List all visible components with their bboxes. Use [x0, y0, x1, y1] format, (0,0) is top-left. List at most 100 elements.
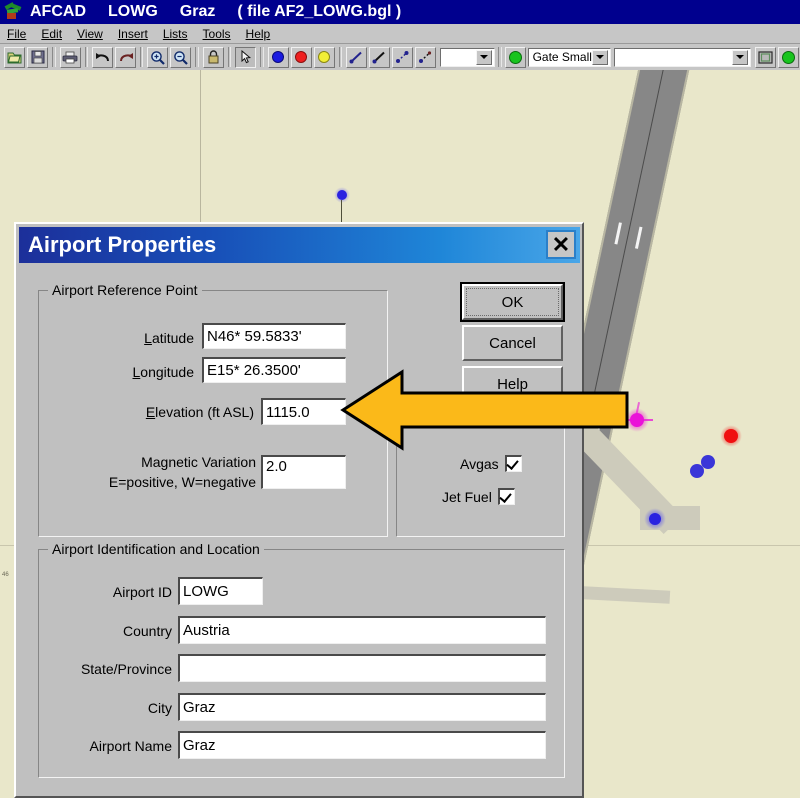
menu-item-file[interactable]: File: [0, 26, 34, 42]
frame-select-icon[interactable]: [755, 46, 777, 68]
chevron-down-icon[interactable]: [476, 49, 493, 65]
menu-item-view-label: View: [77, 26, 103, 41]
select-arrow-icon[interactable]: [235, 46, 257, 68]
map-edge-coordinate-label: 46: [2, 572, 9, 578]
green-node-icon[interactable]: [778, 46, 800, 68]
cancel-button-label: Cancel: [489, 334, 536, 352]
cancel-button[interactable]: Cancel: [462, 325, 563, 361]
line-tool-2-icon[interactable]: [368, 46, 390, 68]
parking-node-apron[interactable]: [337, 190, 347, 200]
longitude-label-rest: ongitude: [140, 364, 194, 380]
menu-item-help[interactable]: Help: [239, 26, 279, 42]
undo-icon[interactable]: [92, 46, 114, 68]
avgas-checkbox-row[interactable]: Avgas: [460, 455, 522, 472]
city-label-text: City: [147, 700, 172, 716]
save-file-icon[interactable]: [27, 46, 49, 68]
ok-button[interactable]: OK: [460, 282, 565, 322]
menu-item-lists-label: Lists: [162, 26, 188, 41]
elevation-label: Elevation (ft ASL): [145, 404, 254, 420]
menu-item-lists[interactable]: Lists: [156, 26, 196, 42]
lock-icon[interactable]: [202, 46, 224, 68]
close-icon[interactable]: ✕: [546, 230, 576, 259]
avgas-checkbox[interactable]: [504, 455, 522, 472]
country-input[interactable]: Austria: [178, 616, 546, 644]
menu-bar: File Edit View Insert Lists Tools Help: [0, 24, 800, 44]
airport-id-label-text: Airport ID: [112, 584, 172, 600]
blue-node-icon[interactable]: [267, 46, 289, 68]
airport-city-label: Graz: [179, 3, 216, 20]
latitude-label-rest: atitude: [151, 330, 194, 346]
airport-name-input[interactable]: Graz: [178, 731, 546, 759]
toolbar-combo-left[interactable]: [440, 47, 496, 67]
dialog-title-bar[interactable]: Airport Properties ✕: [19, 227, 580, 263]
menu-item-edit-label: Edit: [41, 26, 63, 41]
state-province-label-text: State/Province: [80, 661, 172, 677]
magnetic-variation-input[interactable]: 2.0: [261, 455, 346, 489]
menu-item-view[interactable]: View: [70, 26, 111, 42]
magnetic-variation-label-line2: E=positive, W=negative: [108, 474, 256, 490]
menu-item-file-label: File: [7, 26, 27, 41]
node-blue-a[interactable]: [690, 464, 704, 478]
airport-identification-legend: Airport Identification and Location: [48, 541, 264, 557]
city-label: City: [56, 700, 172, 716]
left-pointing-arrow-annotation: [340, 366, 630, 454]
country-label-text: Country: [122, 623, 172, 639]
state-province-label: State/Province: [36, 661, 172, 677]
latitude-label: Latitude: [144, 330, 194, 346]
elevation-label-rest: levation (ft ASL): [155, 404, 254, 420]
parking-type-combo[interactable]: Gate Small: [527, 47, 611, 67]
chevron-down-icon[interactable]: [731, 49, 748, 65]
airport-code-label: LOWG: [108, 3, 158, 20]
zoom-in-icon[interactable]: [147, 46, 169, 68]
menu-item-insert-label: Insert: [117, 26, 148, 41]
window-title-bar: AFCAD LOWG Graz ( file AF2_LOWG.bgl ): [0, 0, 800, 24]
state-province-input[interactable]: [178, 654, 546, 682]
menu-item-tools-label: Tools: [202, 26, 231, 41]
menu-item-insert[interactable]: Insert: [111, 26, 156, 42]
jet-fuel-checkbox-row[interactable]: Jet Fuel: [442, 488, 515, 505]
menu-item-help-label: Help: [245, 26, 271, 41]
magnetic-variation-label-line1: Magnetic Variation: [141, 454, 256, 470]
airport-id-input[interactable]: LOWG: [178, 577, 263, 605]
airport-reference-point-legend: Airport Reference Point: [48, 282, 202, 298]
longitude-input[interactable]: E15* 26.3500': [202, 357, 346, 383]
toolbar-combo-right[interactable]: [614, 47, 751, 67]
airport-properties-dialog: Airport Properties ✕ Airport Reference P…: [14, 222, 584, 798]
node-red[interactable]: [724, 429, 738, 443]
main-toolbar: Gate Small: [0, 44, 800, 71]
avgas-label: Avgas: [460, 455, 499, 472]
airport-id-label: Airport ID: [56, 584, 172, 600]
runway-marking: [634, 226, 643, 249]
airport-name-label-text: Airport Name: [89, 738, 172, 754]
jet-fuel-checkbox[interactable]: [497, 488, 515, 505]
line-tool-icon[interactable]: [345, 46, 367, 68]
path-tool-icon[interactable]: [391, 46, 413, 68]
arp-marker-magenta[interactable]: [630, 413, 644, 427]
runway-marking: [614, 222, 622, 245]
green-node-indicator-icon[interactable]: [504, 46, 526, 68]
zoom-out-icon[interactable]: [170, 46, 192, 68]
airport-name-label: Airport Name: [36, 738, 172, 754]
red-node-icon[interactable]: [290, 46, 312, 68]
dialog-title: Airport Properties: [28, 232, 217, 257]
jet-fuel-label: Jet Fuel: [442, 488, 492, 505]
node-blue-runway[interactable]: [649, 513, 661, 525]
path-tool-2-icon[interactable]: [414, 46, 436, 68]
afcad-application-window: AFCAD LOWG Graz ( file AF2_LOWG.bgl ) Fi…: [0, 0, 800, 798]
yellow-node-icon[interactable]: [313, 46, 335, 68]
parking-node-leader: [341, 200, 342, 222]
open-file-icon[interactable]: [4, 46, 26, 68]
ok-button-label: OK: [501, 293, 524, 311]
menu-item-edit[interactable]: Edit: [34, 26, 70, 42]
file-name-label: ( file AF2_LOWG.bgl ): [237, 3, 402, 20]
magnetic-variation-label: Magnetic Variation E=positive, W=negativ…: [56, 452, 256, 492]
latitude-input[interactable]: N46* 59.5833': [202, 323, 346, 349]
elevation-input[interactable]: 1115.0: [261, 398, 346, 425]
redo-icon[interactable]: [115, 46, 137, 68]
city-input[interactable]: Graz: [178, 693, 546, 721]
print-icon[interactable]: [59, 46, 81, 68]
chevron-down-icon[interactable]: [591, 49, 608, 65]
leaf-logo-icon: [4, 2, 24, 21]
menu-item-tools[interactable]: Tools: [196, 26, 239, 42]
app-name-label: AFCAD: [30, 3, 86, 20]
